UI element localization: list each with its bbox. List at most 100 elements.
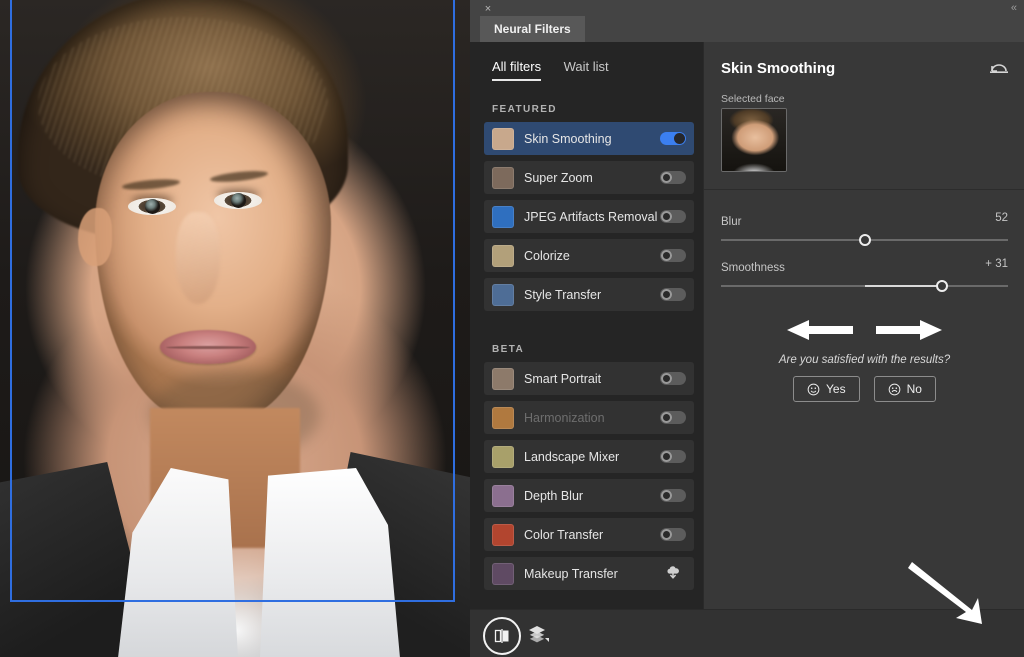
- slider-smoothness-track[interactable]: [721, 280, 1008, 292]
- feedback-no-label: No: [907, 382, 922, 396]
- panel-footer: Output New layer Cancel OK: [470, 609, 1024, 657]
- filter-thumbnail: [492, 485, 514, 507]
- page-title: Skin Smoothing: [721, 60, 835, 77]
- feedback-question: Are you satisfied with the results?: [704, 354, 1024, 366]
- panel-tab-bar: Neural Filters: [470, 16, 1024, 42]
- slider-smoothness-handle[interactable]: [936, 280, 948, 292]
- filter-label: Skin Smoothing: [524, 132, 660, 146]
- toggle-knob: [661, 373, 672, 384]
- toggle-knob: [661, 211, 672, 222]
- slider-smoothness-value: + 31: [985, 258, 1008, 270]
- filter-row-depth-blur[interactable]: Depth Blur: [484, 479, 694, 512]
- filter-row-makeup-transfer[interactable]: Makeup Transfer: [484, 557, 694, 590]
- lips-region: [160, 330, 256, 364]
- filter-label: Harmonization: [524, 411, 660, 425]
- filter-subtabs: All filters Wait list: [492, 58, 627, 84]
- filter-label: Makeup Transfer: [524, 567, 660, 581]
- feedback-yes-label: Yes: [826, 382, 846, 396]
- reset-icon[interactable]: [989, 60, 1009, 76]
- filter-toggle[interactable]: [660, 372, 686, 385]
- filter-thumbnail: [492, 407, 514, 429]
- collapse-panel-icon[interactable]: «: [1011, 2, 1016, 14]
- slider-smoothness: Smoothness + 31: [721, 258, 1008, 292]
- iris-right: [231, 193, 246, 208]
- toggle-knob: [661, 529, 672, 540]
- toggle-knob: [661, 412, 672, 423]
- filter-detail-column: Skin Smoothing Selected face Blur 52: [703, 42, 1024, 609]
- nose-region: [176, 212, 220, 304]
- filter-label: Color Transfer: [524, 528, 660, 542]
- filter-toggle[interactable]: [660, 489, 686, 502]
- slider-blur-label: Blur: [721, 216, 741, 228]
- feedback-yes-button[interactable]: Yes: [793, 376, 860, 402]
- filter-row-colorize[interactable]: Colorize: [484, 239, 694, 272]
- filter-toggle[interactable]: [660, 249, 686, 262]
- filter-row-skin-smoothing[interactable]: Skin Smoothing: [484, 122, 694, 155]
- filter-thumbnail: [492, 446, 514, 468]
- filter-row-landscape-mixer[interactable]: Landscape Mixer: [484, 440, 694, 473]
- filter-row-harmonization[interactable]: Harmonization: [484, 401, 694, 434]
- selected-face-thumbnail[interactable]: [721, 108, 787, 172]
- slider-smoothness-fill: [865, 285, 942, 287]
- filter-thumbnail: [492, 524, 514, 546]
- filter-thumbnail: [492, 167, 514, 189]
- filter-toggle[interactable]: [660, 528, 686, 541]
- filter-label: Super Zoom: [524, 171, 660, 185]
- portrait-photo: [0, 0, 470, 657]
- filter-toggle[interactable]: [660, 411, 686, 424]
- filter-toggle[interactable]: [660, 288, 686, 301]
- toggle-knob: [661, 250, 672, 261]
- slider-blur-handle[interactable]: [859, 234, 871, 246]
- filter-toggle[interactable]: [660, 210, 686, 223]
- eye-right: [214, 192, 262, 209]
- ear-region: [78, 208, 112, 266]
- filter-row-super-zoom[interactable]: Super Zoom: [484, 161, 694, 194]
- smiley-sad-icon: [888, 383, 901, 396]
- selected-face-label: Selected face: [721, 93, 785, 105]
- feedback-no-button[interactable]: No: [874, 376, 936, 402]
- subtab-all-filters[interactable]: All filters: [492, 59, 541, 81]
- image-canvas[interactable]: [0, 0, 470, 657]
- filter-row-style-transfer[interactable]: Style Transfer: [484, 278, 694, 311]
- section-heading-beta: BETA: [492, 344, 524, 355]
- filter-label: Style Transfer: [524, 288, 660, 302]
- filter-toggle[interactable]: [660, 171, 686, 184]
- close-icon[interactable]: ×: [481, 3, 495, 15]
- toggle-knob: [674, 133, 685, 144]
- feedback-buttons: Yes No: [704, 376, 1024, 402]
- layers-icon[interactable]: [528, 625, 550, 643]
- filter-row-color-transfer[interactable]: Color Transfer: [484, 518, 694, 551]
- filter-toggle[interactable]: [660, 132, 686, 145]
- panel-title-strip: × «: [470, 0, 1024, 16]
- slider-blur-track[interactable]: [721, 234, 1008, 246]
- filter-row-jpeg-artifacts-removal[interactable]: JPEG Artifacts Removal: [484, 200, 694, 233]
- filter-thumbnail: [492, 284, 514, 306]
- filter-row-smart-portrait[interactable]: Smart Portrait: [484, 362, 694, 395]
- filter-label: JPEG Artifacts Removal: [524, 210, 660, 224]
- filter-label: Depth Blur: [524, 489, 660, 503]
- split-preview-icon[interactable]: [483, 617, 521, 655]
- toggle-knob: [661, 490, 672, 501]
- beta-filter-list: Smart Portrait Harmonization Landscape Mix…: [484, 362, 694, 596]
- section-heading-featured: FEATURED: [492, 104, 557, 115]
- slider-blur-value: 52: [995, 212, 1008, 224]
- filter-thumbnail: [492, 128, 514, 150]
- neural-filters-screen: × « Neural Filters All filters Wait list…: [0, 0, 1024, 657]
- annotation-arrows: [721, 317, 1008, 343]
- filter-thumbnail: [492, 368, 514, 390]
- subtab-wait-list[interactable]: Wait list: [564, 59, 609, 79]
- filter-thumbnail: [492, 245, 514, 267]
- neural-filters-panel: × « Neural Filters All filters Wait list…: [470, 0, 1024, 657]
- panel-body: All filters Wait list FEATURED Skin Smoo…: [470, 42, 1024, 609]
- eye-left: [128, 198, 176, 215]
- download-icon[interactable]: [660, 566, 686, 582]
- toggle-knob: [661, 172, 672, 183]
- slider-smoothness-label: Smoothness: [721, 262, 785, 274]
- iris-left: [145, 199, 160, 214]
- toggle-knob: [661, 451, 672, 462]
- tab-neural-filters[interactable]: Neural Filters: [480, 16, 585, 42]
- filter-thumbnail: [492, 206, 514, 228]
- filter-toggle[interactable]: [660, 450, 686, 463]
- filter-label: Colorize: [524, 249, 660, 263]
- detail-divider: [704, 189, 1024, 190]
